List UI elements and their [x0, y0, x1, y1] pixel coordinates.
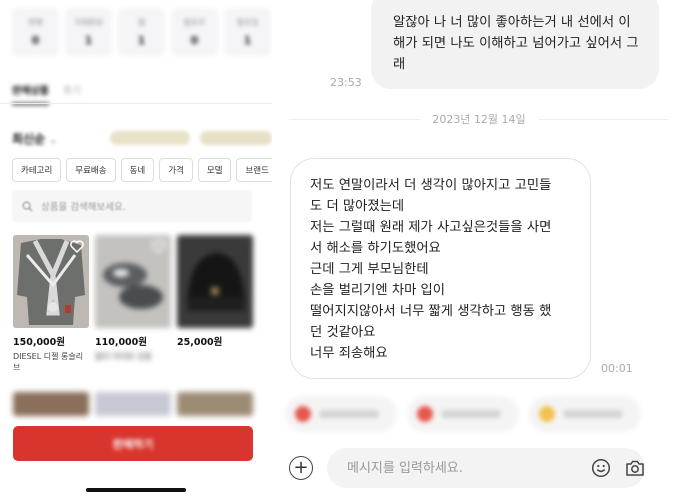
stat-label: 팔로우: [183, 18, 206, 27]
message-line: 손을 벌리기엔 차마 입이: [310, 283, 446, 298]
stat-value: 1: [84, 34, 93, 47]
chip-brand[interactable]: 브랜드: [236, 158, 272, 182]
tab-reviews[interactable]: 후기: [63, 82, 81, 105]
message-timestamp: 00:01: [601, 362, 633, 375]
message-timestamp: 23:53: [330, 76, 362, 89]
shop-profile-pane: 판매 0 거래완료 1 찜1 팔로우 0 팔로잉 1 판매상품 후기 최신순 ⌄ 카테고…: [0, 0, 272, 498]
quick-reply-button[interactable]: [285, 396, 397, 432]
sell-button[interactable]: 판매하기: [13, 426, 253, 461]
product-price: 110,000원: [95, 337, 148, 348]
product-image: [13, 235, 89, 328]
search-icon: [22, 201, 33, 212]
stat-box[interactable]: 팔로잉 1: [224, 8, 271, 56]
home-indicator: [86, 488, 186, 492]
stat-box[interactable]: 찜1: [118, 8, 165, 56]
heart-icon[interactable]: [70, 240, 84, 253]
stat-value: 0: [190, 34, 199, 47]
sell-button-label: 판매하기: [112, 437, 154, 451]
stat-label: 판매: [28, 18, 43, 27]
camera-icon[interactable]: [625, 459, 645, 477]
stat-value: 1: [243, 34, 252, 47]
chip-free-shipping[interactable]: 무료배송: [66, 158, 116, 182]
message-line: 저는 그럴때 원래 제가 사고싶은것들을 사면: [310, 220, 552, 235]
message-line: 서 해소를 하기도했어요: [310, 241, 441, 256]
message-input-bar: +: [281, 442, 680, 498]
emoji-icon[interactable]: [591, 458, 611, 478]
product-image: [95, 235, 171, 328]
product-price: 150,000원: [13, 337, 66, 348]
chip-category[interactable]: 카테고리: [12, 158, 62, 182]
profile-tabs: 판매상품 후기: [12, 82, 81, 105]
my-message-bubble: 알잖아 나 너 많이 좋아하는거 내 선에서 이해가 되면 나도 이해하고 넘어…: [371, 0, 659, 89]
product-price: 25,000원: [177, 337, 223, 348]
chip-model[interactable]: 모델: [197, 158, 232, 182]
stats-row: 판매 0 거래완료 1 찜1 팔로우 0 팔로잉 1: [12, 8, 271, 56]
stat-value: 1: [137, 34, 146, 47]
sort-row: 최신순 ⌄: [12, 128, 272, 148]
product-image: [177, 235, 253, 328]
search-placeholder: 상품을 검색해보세요.: [41, 202, 126, 213]
quick-reply-button[interactable]: [407, 396, 519, 432]
message-line: 도 더 많아졌는데: [310, 199, 405, 214]
stat-box[interactable]: 팔로우 0: [171, 8, 218, 56]
divider: [537, 118, 669, 120]
product-card[interactable]: 150,000원 DIESEL 디젤 롱슬리브: [13, 235, 89, 373]
product-card[interactable]: 25,000원: [177, 235, 253, 351]
product-row-partial: [13, 392, 272, 416]
product-title: 블러 처리된 상품: [95, 352, 152, 361]
chevron-down-icon: ⌄: [49, 136, 57, 146]
filter-chips: 카테고리 무료배송 동네 가격 모델 브랜드: [12, 158, 272, 182]
stat-label: 거래완료: [73, 18, 104, 27]
tab-products[interactable]: 판매상품: [12, 82, 49, 105]
quick-reply-button[interactable]: [529, 396, 641, 432]
date-label: 2023년 12월 14일: [432, 113, 526, 126]
stat-value: 0: [31, 34, 40, 47]
sort-dropdown[interactable]: 최신순 ⌄: [12, 130, 57, 147]
message-line: 근데 그게 부모님한테: [310, 262, 429, 277]
quick-reply-row: [285, 396, 680, 432]
message-field[interactable]: [327, 448, 645, 488]
filter-toggle[interactable]: [110, 131, 190, 145]
message-line: 저도 연말이라서 더 생각이 많아지고 고민들: [310, 178, 552, 193]
chip-price[interactable]: 가격: [159, 158, 193, 182]
tab-divider: [0, 103, 272, 104]
their-message-bubble: 저도 연말이라서 더 생각이 많아지고 고민들 도 더 많아졌는데 저는 그럴때…: [290, 158, 591, 379]
chip-neighborhood[interactable]: 동네: [120, 158, 155, 182]
date-separator: 2023년 12월 14일: [289, 112, 669, 126]
divider: [289, 118, 421, 120]
stat-label: 팔로잉: [236, 18, 259, 27]
product-search-input[interactable]: 상품을 검색해보세요.: [12, 190, 252, 222]
product-card[interactable]: 110,000원 블러 처리된 상품: [95, 235, 171, 362]
plus-icon[interactable]: +: [289, 456, 313, 480]
stat-box[interactable]: 거래완료 1: [65, 8, 112, 56]
message-input[interactable]: [347, 458, 567, 478]
beanie-photo: [177, 235, 253, 328]
heart-icon[interactable]: [152, 240, 166, 253]
stat-box[interactable]: 판매 0: [12, 8, 59, 56]
stat-label: 찜: [137, 18, 146, 27]
message-line: 떨어지지않아서 너무 짧게 생각하고 행동 했: [310, 304, 552, 319]
filter-toggle[interactable]: [200, 131, 272, 145]
chat-pane: 알잖아 나 너 많이 좋아하는거 내 선에서 이해가 되면 나도 이해하고 넘어…: [281, 0, 680, 498]
message-line: 던 것같아요: [310, 325, 376, 340]
message-line: 너무 죄송해요: [310, 346, 388, 361]
sort-label: 최신순: [12, 132, 46, 146]
product-title: DIESEL 디젤 롱슬리브: [13, 352, 84, 372]
